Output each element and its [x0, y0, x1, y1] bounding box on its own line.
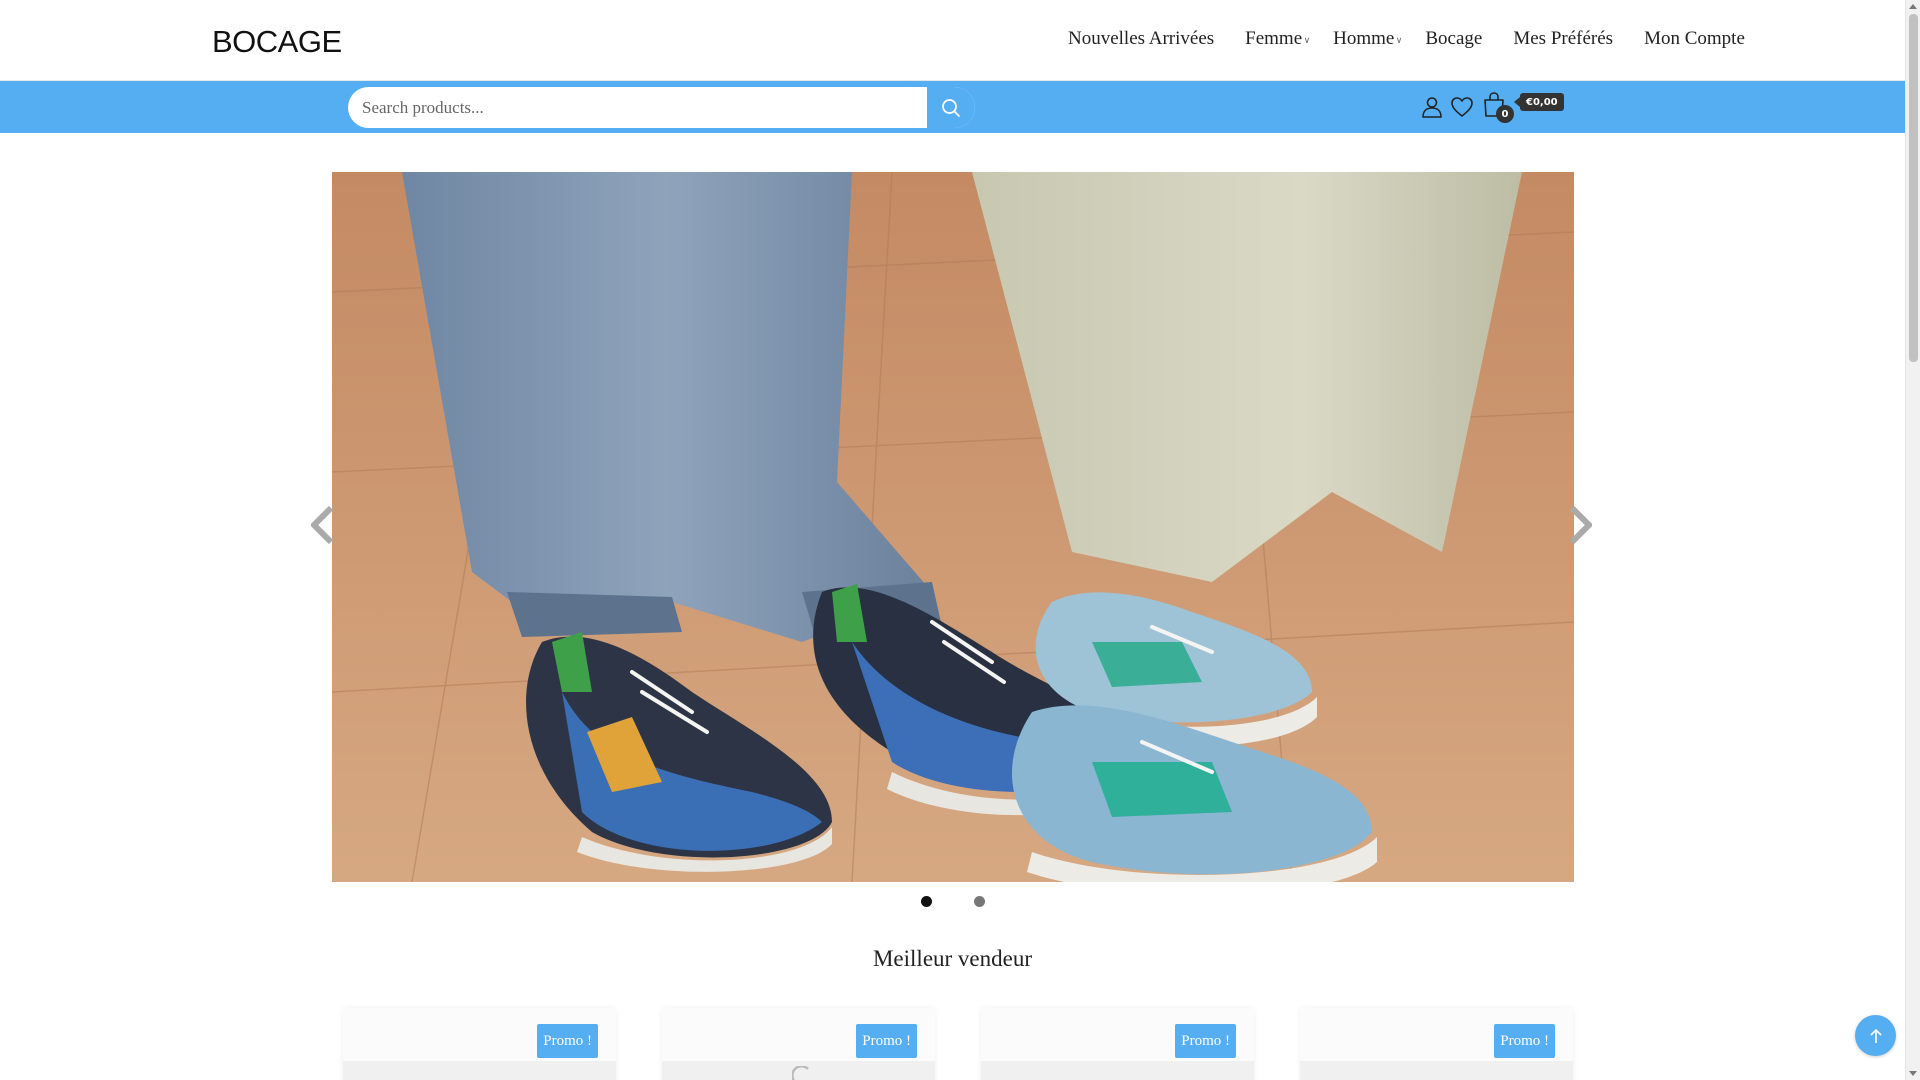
page-scrollbar[interactable]: [1905, 0, 1920, 1080]
nav-item-mes-preferes[interactable]: Mes Préférés: [1513, 28, 1613, 50]
nav-item-mon-compte[interactable]: Mon Compte: [1644, 28, 1745, 50]
section-title: Meilleur vendeur: [872, 946, 1033, 971]
scrollbar-thumb[interactable]: [1909, 14, 1918, 362]
promo-badge: Promo !: [1175, 1024, 1236, 1058]
nav-item-femme[interactable]: Femme ∨: [1245, 28, 1310, 50]
promo-badge: Promo !: [1494, 1024, 1555, 1058]
arrow-up-icon: [1869, 1028, 1882, 1043]
nav-item-nouvelles-arrivees[interactable]: Nouvelles Arrivées: [1068, 28, 1214, 50]
heart-icon[interactable]: [1450, 95, 1474, 119]
nav-item-homme[interactable]: Homme ∨: [1333, 28, 1402, 50]
nav-item-bocage[interactable]: Bocage: [1425, 28, 1482, 50]
nav-label: Bocage: [1425, 28, 1483, 49]
scroll-down-arrow[interactable]: [1909, 1071, 1917, 1076]
hero-slide-image[interactable]: [332, 172, 1574, 882]
search-icon: [942, 98, 960, 117]
slider-next-button[interactable]: [1570, 506, 1592, 544]
product-card[interactable]: Promo !: [1300, 1008, 1573, 1080]
nav-label: Nouvelles Arrivées: [1068, 28, 1215, 49]
slider-dot-1[interactable]: [921, 896, 932, 907]
site-header: BOCAGE Nouvelles Arrivées Femme ∨ Homme ∨ …: [0, 0, 1905, 81]
product-image-placeholder: [981, 1061, 1254, 1080]
site-logo[interactable]: BOCAGE: [212, 24, 342, 60]
product-image-placeholder: [343, 1061, 616, 1080]
main-nav: Nouvelles Arrivées Femme ∨ Homme ∨ Bocage …: [1068, 28, 1745, 50]
cart-total[interactable]: €0,00: [1514, 93, 1564, 111]
product-card[interactable]: Promo !: [981, 1008, 1254, 1080]
scroll-to-top-button[interactable]: [1855, 1015, 1896, 1056]
chevron-down-icon: ∨: [1303, 36, 1311, 46]
slider-prev-button[interactable]: [311, 506, 333, 544]
sneakers-photo: [332, 172, 1574, 882]
product-card[interactable]: Promo !: [662, 1008, 935, 1080]
chevron-left-icon: [311, 506, 333, 544]
chevron-down-icon: ∨: [1395, 36, 1403, 46]
promo-badge: Promo !: [856, 1024, 917, 1058]
product-card[interactable]: Promo !: [343, 1008, 616, 1080]
loading-spinner-icon: [792, 1066, 809, 1080]
search-button[interactable]: [925, 87, 975, 128]
search-band: [0, 81, 1905, 133]
slider-dot-2[interactable]: [974, 896, 985, 907]
chevron-right-icon: [1570, 506, 1592, 544]
nav-label: Mes Préférés: [1513, 28, 1614, 49]
product-image-placeholder: [1300, 1061, 1573, 1080]
search-input[interactable]: [348, 87, 925, 128]
nav-label: Mon Compte: [1644, 28, 1745, 49]
scroll-up-arrow[interactable]: [1909, 4, 1917, 9]
nav-label: Homme: [1333, 28, 1395, 49]
nav-label: Femme: [1245, 28, 1303, 49]
cart-count-badge: 0: [1496, 105, 1514, 123]
user-icon[interactable]: [1420, 95, 1444, 119]
promo-badge: Promo !: [537, 1024, 598, 1058]
search-form: [348, 87, 975, 128]
